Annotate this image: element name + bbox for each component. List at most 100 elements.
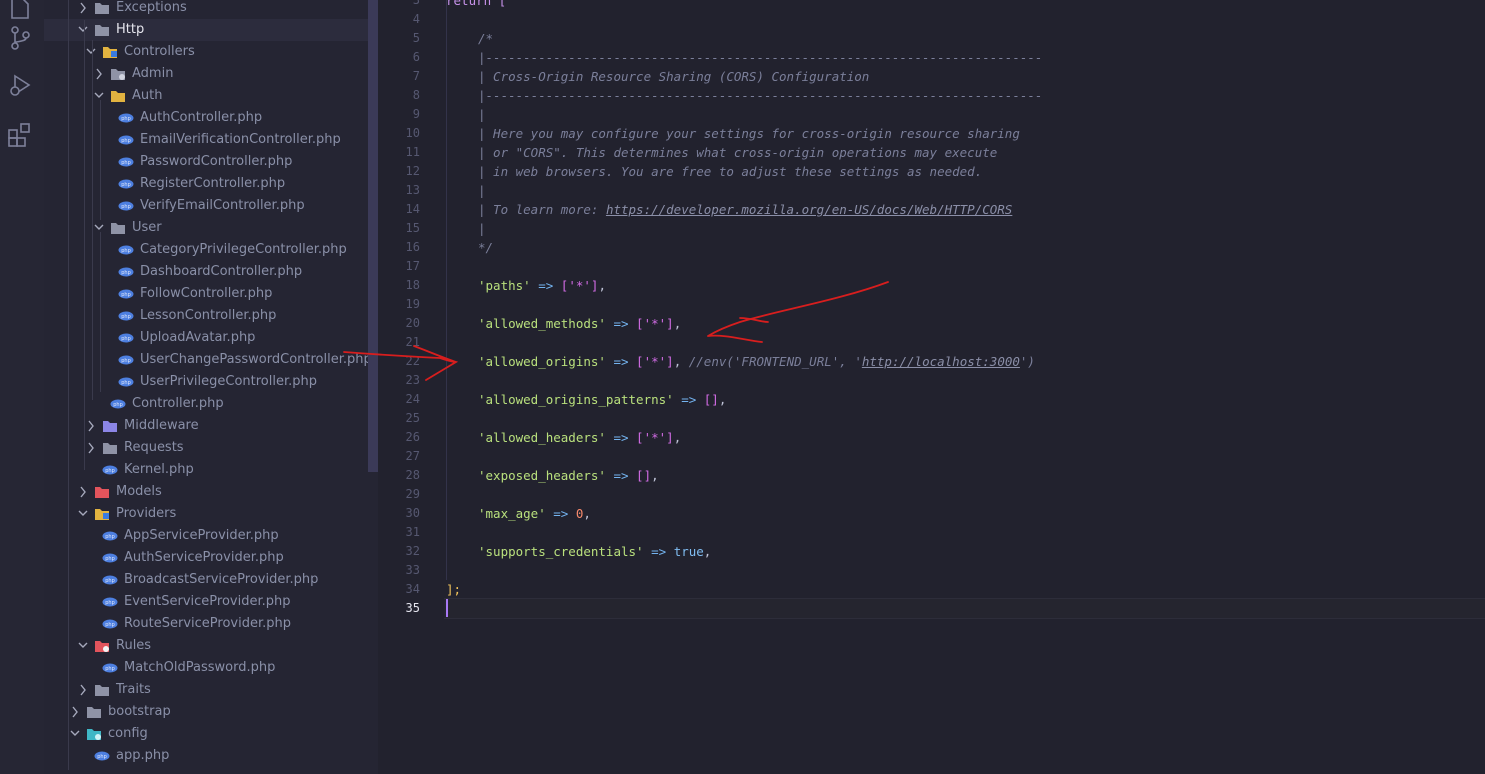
activity-bar bbox=[0, 0, 45, 774]
tree-item-label: AuthController.php bbox=[140, 110, 263, 125]
tree-item-label: UserChangePasswordController.php bbox=[140, 352, 372, 367]
php-file-icon: php bbox=[102, 663, 118, 673]
code-line: ]; bbox=[446, 580, 461, 599]
code-token: | or "CORS". This determines what cross-… bbox=[478, 145, 998, 160]
tree-item-label: UploadAvatar.php bbox=[140, 330, 256, 345]
code-token: 'max_age' bbox=[478, 506, 546, 521]
chevron-right-icon[interactable] bbox=[84, 415, 98, 437]
line-number: 35 bbox=[405, 601, 420, 615]
code-token: , bbox=[839, 354, 855, 369]
chevron-down-icon[interactable] bbox=[84, 41, 98, 63]
chevron-down-icon[interactable] bbox=[76, 635, 90, 657]
chevron-right-icon[interactable] bbox=[76, 0, 90, 19]
code-token: |---------------------------------------… bbox=[478, 88, 1043, 103]
folder-item-middleware[interactable]: Middleware bbox=[44, 415, 368, 437]
php-file-icon: php bbox=[102, 619, 118, 629]
code-line: | Cross-Origin Resource Sharing (CORS) C… bbox=[478, 67, 869, 86]
run-debug-icon[interactable] bbox=[6, 72, 34, 100]
code-token: 'supports_credentials' bbox=[478, 544, 644, 559]
code-line: */ bbox=[478, 238, 493, 257]
tree-indent-guide bbox=[84, 20, 85, 470]
tree-item-label: Controller.php bbox=[132, 396, 224, 411]
svg-text:php: php bbox=[113, 402, 123, 408]
tree-item-label: RegisterController.php bbox=[140, 176, 286, 191]
folder-item-providers[interactable]: Providers bbox=[44, 503, 368, 525]
folder-icon bbox=[103, 443, 117, 454]
line-number: 7 bbox=[412, 69, 420, 83]
file-item-authserviceprovider-php[interactable]: php AuthServiceProvider.php bbox=[44, 547, 368, 569]
code-line: | bbox=[478, 105, 486, 124]
code-editor[interactable]: 3 4 5 6 7 8 9 10 11 12 13 14 15 16 17 18 19 20 21 22 23 24 25 2… bbox=[378, 0, 1485, 774]
chevron-right-icon[interactable] bbox=[76, 679, 90, 701]
chevron-down-icon[interactable] bbox=[76, 19, 90, 41]
svg-text:php: php bbox=[121, 270, 131, 276]
chevron-right-icon[interactable] bbox=[92, 63, 106, 85]
svg-text:php: php bbox=[105, 622, 115, 628]
explorer-icon[interactable] bbox=[6, 0, 34, 22]
folder-item-models[interactable]: Models bbox=[44, 481, 368, 503]
code-token: ['*'] bbox=[636, 430, 674, 445]
code-token: | bbox=[478, 107, 486, 122]
line-number: 25 bbox=[405, 411, 420, 425]
tree-indent-guide bbox=[100, 100, 101, 220]
folder-icon bbox=[95, 509, 109, 520]
chevron-down-icon[interactable] bbox=[68, 723, 82, 745]
line-number: 31 bbox=[405, 525, 420, 539]
explorer-scrollbar[interactable] bbox=[368, 0, 378, 472]
folder-icon bbox=[95, 685, 109, 696]
file-item-appserviceprovider-php[interactable]: php AppServiceProvider.php bbox=[44, 525, 368, 547]
tree-item-label: Traits bbox=[116, 682, 151, 697]
folder-icon bbox=[103, 421, 117, 432]
file-item-routeserviceprovider-php[interactable]: php RouteServiceProvider.php bbox=[44, 613, 368, 635]
folder-item-config[interactable]: config bbox=[44, 723, 368, 745]
php-file-icon: php bbox=[102, 575, 118, 585]
php-file-icon: php bbox=[102, 531, 118, 541]
file-item-app-php[interactable]: php app.php bbox=[44, 745, 368, 767]
folder-item-rules[interactable]: Rules bbox=[44, 635, 368, 657]
folder-item-bootstrap[interactable]: bootstrap bbox=[44, 701, 368, 723]
source-control-icon[interactable] bbox=[6, 24, 34, 52]
code-token: => bbox=[530, 278, 561, 293]
tree-indent-guide bbox=[68, 0, 69, 770]
folder-item-exceptions[interactable]: Exceptions bbox=[44, 0, 368, 19]
chevron-right-icon[interactable] bbox=[84, 437, 98, 459]
folder-item-http[interactable]: Http bbox=[44, 19, 368, 41]
php-file-icon: php bbox=[110, 399, 126, 409]
code-line: |---------------------------------------… bbox=[478, 86, 1042, 105]
extensions-icon[interactable] bbox=[6, 120, 34, 148]
file-item-matcholdpassword-php[interactable]: php MatchOldPassword.php bbox=[44, 657, 368, 679]
code-line: 'allowed_headers' => ['*'], bbox=[478, 428, 681, 447]
tree-item-label: EmailVerificationController.php bbox=[140, 132, 341, 147]
file-item-eventserviceprovider-php[interactable]: php EventServiceProvider.php bbox=[44, 591, 368, 613]
code-token: 'exposed_headers' bbox=[478, 468, 606, 483]
code-token: , bbox=[673, 430, 682, 445]
code-token: //env( bbox=[688, 354, 734, 369]
folder-item-traits[interactable]: Traits bbox=[44, 679, 368, 701]
file-item-broadcastserviceprovider-php[interactable]: php BroadcastServiceProvider.php bbox=[44, 569, 368, 591]
line-number: 22 bbox=[405, 354, 420, 368]
file-item-kernel-php[interactable]: php Kernel.php bbox=[44, 459, 368, 481]
line-number: 23 bbox=[405, 373, 420, 387]
line-number: 10 bbox=[405, 126, 420, 140]
current-line-highlight bbox=[444, 598, 1485, 619]
folder-item-requests[interactable]: Requests bbox=[44, 437, 368, 459]
code-token: | in web browsers. You are free to adjus… bbox=[478, 164, 983, 179]
code-line: /* bbox=[478, 29, 493, 48]
tree-item-label: User bbox=[132, 220, 162, 235]
tree-indent-guide bbox=[100, 232, 101, 392]
code-token: ['*'] bbox=[636, 316, 674, 331]
chevron-down-icon[interactable] bbox=[76, 503, 90, 525]
code-token: | bbox=[478, 221, 486, 236]
tree-item-label: LessonController.php bbox=[140, 308, 277, 323]
tree-item-label: Auth bbox=[132, 88, 163, 103]
code-token: ]; bbox=[446, 582, 462, 597]
php-file-icon: php bbox=[118, 135, 134, 145]
chevron-right-icon[interactable] bbox=[76, 481, 90, 503]
tree-item-label: Controllers bbox=[124, 44, 195, 59]
tree-item-label: BroadcastServiceProvider.php bbox=[124, 572, 319, 587]
chevron-down-icon[interactable] bbox=[92, 85, 106, 107]
chevron-down-icon[interactable] bbox=[92, 217, 106, 239]
line-number: 14 bbox=[405, 202, 420, 216]
chevron-right-icon[interactable] bbox=[68, 701, 82, 723]
